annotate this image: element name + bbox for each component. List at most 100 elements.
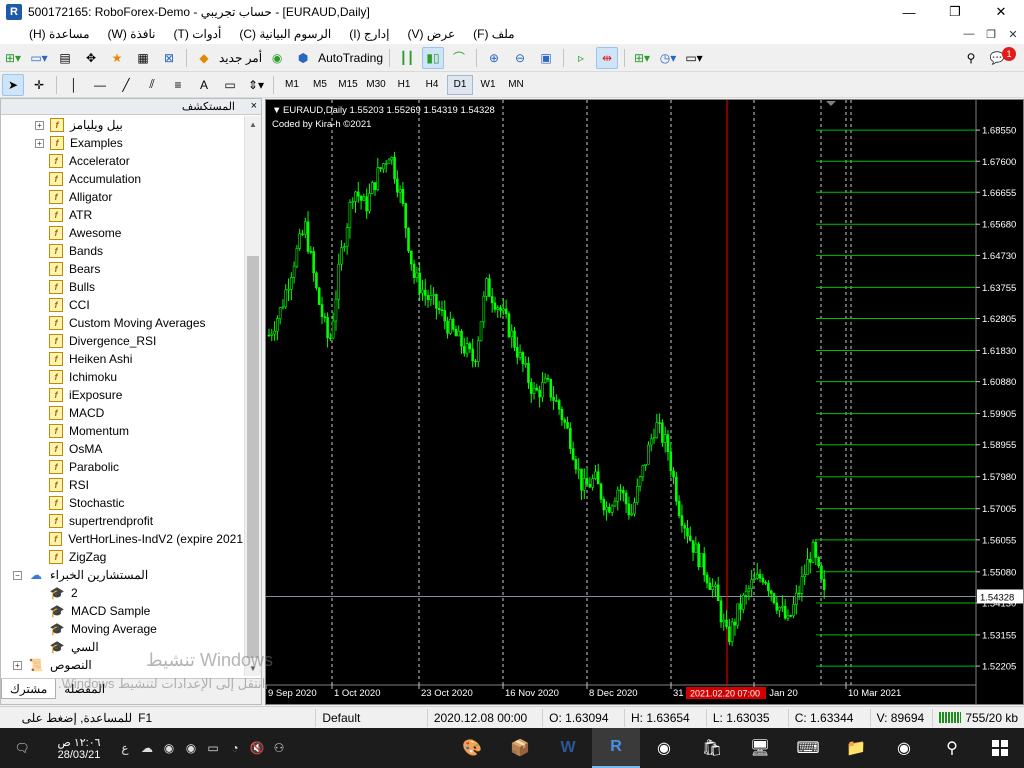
timeframe-d1-button[interactable]: D1 — [447, 74, 473, 95]
menu-item[interactable]: نافذة (W) — [99, 27, 165, 41]
navigator-item[interactable]: + f Examples — [1, 134, 243, 152]
timeframe-m15-button[interactable]: M15 — [335, 75, 361, 95]
market-watch-icon[interactable]: ▤ — [54, 47, 76, 69]
equidistant-channel-icon[interactable]: ⫽ — [141, 74, 163, 96]
remote-desktop-icon[interactable]: 🖥 — [736, 728, 784, 768]
navigator-item[interactable]: 🎓 MACD Sample — [1, 602, 243, 620]
input-language[interactable]: ع — [114, 728, 136, 768]
menu-item[interactable]: إدارج (I) — [340, 27, 398, 41]
expand-icon[interactable]: + — [13, 660, 22, 670]
navigator-item[interactable]: + f بيل ويليامز — [1, 116, 243, 134]
onedrive-icon[interactable]: ☁ — [136, 728, 158, 768]
volume-muted-icon[interactable]: 🔇 — [246, 728, 268, 768]
navigator-item[interactable]: + 📜 النصوص — [1, 656, 243, 674]
tab-common[interactable]: مشترك — [1, 679, 57, 699]
battery-icon[interactable]: ▭ — [202, 728, 224, 768]
autotrading-button[interactable]: AutoTrading — [318, 47, 383, 69]
timeframe-m5-button[interactable]: M5 — [307, 75, 333, 95]
expand-icon[interactable]: + — [35, 120, 44, 130]
templates-icon[interactable]: ▭▾ — [683, 47, 705, 69]
minimize-button[interactable]: — — [886, 0, 932, 24]
menu-item[interactable]: أدوات (T) — [165, 27, 231, 41]
chrome-app-icon-2[interactable]: ◉ — [880, 728, 928, 768]
network-icon[interactable]: ◔ — [224, 728, 246, 768]
new-order-icon[interactable]: ◆ — [193, 47, 215, 69]
navigator-item[interactable]: f Accelerator — [1, 152, 243, 170]
menu-item[interactable]: مساعدة (H) — [20, 27, 99, 41]
cursor-icon[interactable]: ➤ — [2, 73, 24, 96]
new-order-button[interactable]: أمر جديد — [219, 47, 262, 69]
vertical-line-icon[interactable]: │ — [63, 74, 85, 96]
winrar-app-icon[interactable]: 📦 — [496, 728, 544, 768]
timeframe-h4-button[interactable]: H4 — [419, 75, 445, 95]
chart-window[interactable]: 1.68550 1.67600 1.66655 1.65680 1.64730 1.637… — [265, 99, 1024, 705]
navigator-item[interactable]: f Custom Moving Averages — [1, 314, 243, 332]
autotrading-icon[interactable]: ⬢ — [292, 47, 314, 69]
metatrader-app-icon[interactable]: R — [592, 728, 640, 768]
auto-scroll-icon[interactable]: ▹ — [570, 47, 592, 69]
start-button[interactable] — [976, 728, 1024, 768]
navigator-scrollbar[interactable]: ▲ ▼ — [244, 116, 261, 676]
data-window-icon[interactable]: ✥ — [80, 47, 102, 69]
tile-windows-icon[interactable]: ▣ — [535, 47, 557, 69]
paint-app-icon[interactable]: 🎨 — [448, 728, 496, 768]
navigator-item[interactable]: f Alligator — [1, 188, 243, 206]
navigator-item[interactable]: f supertrendprofit — [1, 512, 243, 530]
file-explorer-icon[interactable]: 📁 — [832, 728, 880, 768]
navigator-item[interactable]: f Bands — [1, 242, 243, 260]
search-icon[interactable]: ⚲ — [960, 47, 982, 69]
chart-shift-icon[interactable]: ⇹ — [596, 46, 619, 69]
line-chart-icon[interactable]: ⌒ — [448, 47, 470, 69]
arrows-icon[interactable]: ⇕▾ — [245, 74, 267, 96]
maximize-button[interactable]: ❐ — [932, 0, 978, 24]
menu-item[interactable]: الرسوم البيانية (C) — [230, 27, 340, 41]
tray-clock[interactable]: ١٢:٠٦ ص 28/03/21 — [44, 728, 114, 768]
periods-icon[interactable]: ◷▾ — [657, 47, 679, 69]
close-button[interactable]: ✕ — [978, 0, 1024, 24]
mdi-minimize-button[interactable]: — — [958, 24, 980, 44]
horizontal-line-icon[interactable]: — — [89, 74, 111, 96]
navigator-item[interactable]: f Heiken Ashi — [1, 350, 243, 368]
label-icon[interactable]: ▭ — [219, 74, 241, 96]
scroll-thumb[interactable] — [247, 256, 259, 658]
navigator-item[interactable]: f Bears — [1, 260, 243, 278]
menu-item[interactable]: ملف (F) — [464, 27, 524, 41]
terminal-app-icon[interactable]: ⌨ — [784, 728, 832, 768]
navigator-item[interactable]: f Bulls — [1, 278, 243, 296]
timeframe-w1-button[interactable]: W1 — [475, 75, 501, 95]
navigator-item[interactable]: f VertHorLines-IndV2 (expire 2021 — [1, 530, 243, 548]
strategy-tester-icon[interactable]: ⊠ — [158, 47, 180, 69]
navigator-item[interactable]: f ZigZag — [1, 548, 243, 566]
timeframe-m1-button[interactable]: M1 — [279, 75, 305, 95]
timeframe-mn-button[interactable]: MN — [503, 75, 529, 95]
navigator-item[interactable]: f Awesome — [1, 224, 243, 242]
fibonacci-icon[interactable]: ≡ — [167, 74, 189, 96]
navigator-item[interactable]: − ☁ المستشارين الخبراء — [1, 566, 243, 584]
navigator-item[interactable]: f iExposure — [1, 386, 243, 404]
search-taskbar-icon[interactable]: ⚲ — [928, 728, 976, 768]
navigator-item[interactable]: f RSI — [1, 476, 243, 494]
crosshair-icon[interactable]: ✛ — [28, 74, 50, 96]
word-app-icon[interactable]: W — [544, 728, 592, 768]
chrome-tray-icon[interactable]: ◉ — [158, 728, 180, 768]
navigator-item[interactable]: f ATR — [1, 206, 243, 224]
navigator-item[interactable]: f CCI — [1, 296, 243, 314]
expand-icon[interactable]: + — [35, 138, 44, 148]
store-app-icon[interactable]: 🛍 — [688, 728, 736, 768]
collapse-icon[interactable]: − — [13, 570, 22, 580]
menu-item[interactable]: عرض (V) — [398, 27, 464, 41]
navigator-item[interactable]: f Divergence_RSI — [1, 332, 243, 350]
people-icon[interactable]: ⚇ — [268, 728, 290, 768]
indicators-icon[interactable]: ⊞▾ — [631, 47, 653, 69]
navigator-item[interactable]: 🎓 Moving Average — [1, 620, 243, 638]
trendline-icon[interactable]: ╱ — [115, 74, 137, 96]
chrome-tray-icon-2[interactable]: ◉ — [180, 728, 202, 768]
navigator-item[interactable]: f Momentum — [1, 422, 243, 440]
tab-favorites[interactable]: المفضلة — [56, 679, 113, 699]
navigator-item[interactable]: f OsMA — [1, 440, 243, 458]
signals-icon[interactable]: ◉ — [266, 47, 288, 69]
new-chart-icon[interactable]: ⊞▾ — [2, 47, 24, 69]
terminal-icon[interactable]: ▦ — [132, 47, 154, 69]
mdi-restore-button[interactable]: ❐ — [980, 24, 1002, 44]
chart-canvas[interactable]: 1.68550 1.67600 1.66655 1.65680 1.64730 1.637… — [266, 100, 1023, 704]
